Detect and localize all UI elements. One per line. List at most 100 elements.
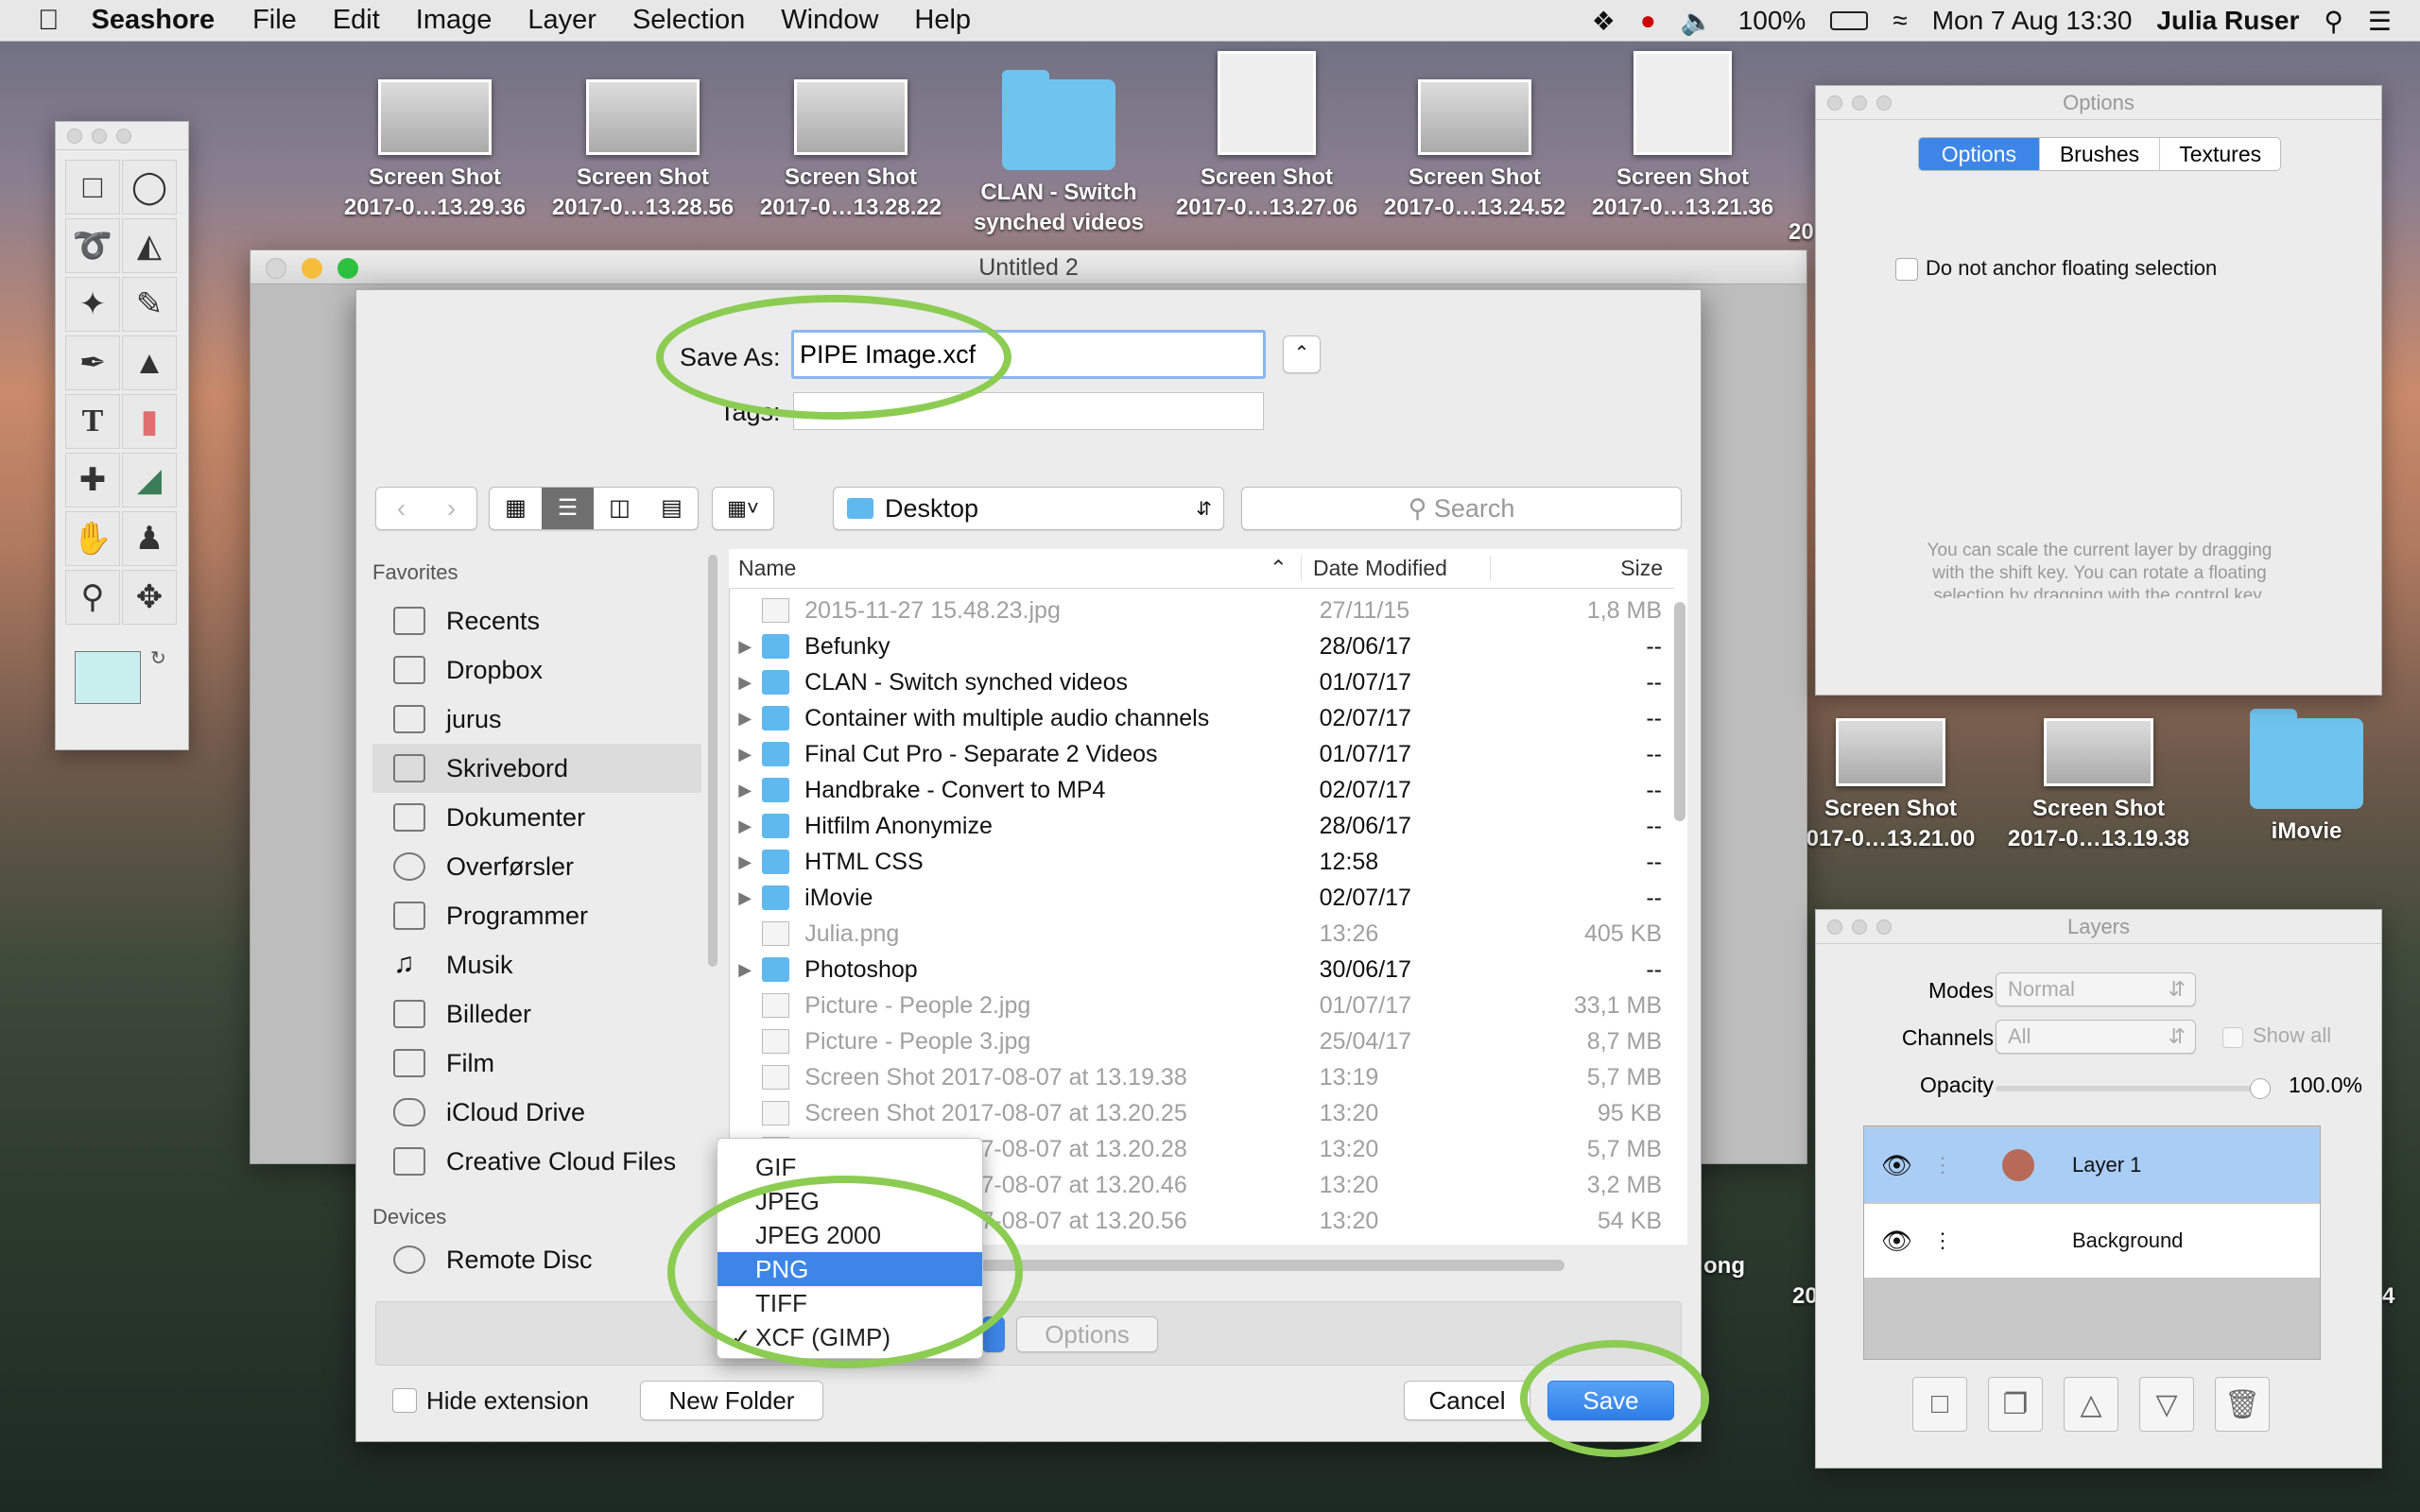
anchor-floating-checkbox[interactable] xyxy=(1895,258,1918,281)
file-row[interactable]: ▶ Photoshop 30/06/17 -- xyxy=(728,952,1673,988)
eye-icon[interactable]: 👁 xyxy=(1881,1227,1919,1256)
sidebar-item-recents[interactable]: Recents xyxy=(372,596,701,645)
notification-center-icon[interactable]: ☰ xyxy=(2368,6,2392,37)
menu-file[interactable]: File xyxy=(252,5,297,36)
bucket-icon[interactable]: ▲ xyxy=(122,335,177,390)
modes-select[interactable]: Normal ⇵ xyxy=(1996,972,2196,1006)
sidebar-item-dokumenter[interactable]: Dokumenter xyxy=(372,793,701,842)
ellipse-select-icon[interactable]: ◯ xyxy=(122,160,177,215)
search-field[interactable]: ⚲ Search xyxy=(1241,487,1682,530)
format-option-jpeg2000[interactable]: JPEG 2000 xyxy=(717,1218,982,1252)
rect-select-icon[interactable]: □ xyxy=(65,160,120,215)
close-icon[interactable] xyxy=(67,129,82,144)
lower-layer-icon[interactable]: ▽ xyxy=(2139,1377,2194,1432)
file-row[interactable]: ▶ HTML CSS 12:58 -- xyxy=(728,844,1673,880)
zoom-tool-icon[interactable]: ⚲ xyxy=(65,570,120,625)
column-header-date[interactable]: Date Modified xyxy=(1302,556,1491,581)
disclosure-triangle-icon[interactable]: ▶ xyxy=(728,709,762,729)
format-option-xcf[interactable]: ✓ XCF (GIMP) xyxy=(717,1320,982,1354)
file-row[interactable]: 2015-11-27 15.48.23.jpg 27/11/15 1,8 MB xyxy=(728,593,1673,628)
sidebar-scrollbar[interactable] xyxy=(708,555,717,967)
file-row[interactable]: Picture - People 2.jpg 01/07/17 33,1 MB xyxy=(728,988,1673,1023)
file-row[interactable]: Screen Shot 2017-08-07 at 13.19.38 13:19 5… xyxy=(728,1059,1673,1095)
app-menu[interactable]: Seashore xyxy=(92,5,216,36)
opacity-slider[interactable] xyxy=(1996,1078,2271,1099)
trash-icon[interactable]: 🗑 xyxy=(2215,1377,2270,1432)
volume-icon[interactable]: 🔈 xyxy=(1681,6,1714,37)
battery-icon[interactable] xyxy=(1830,11,1869,30)
smudge-icon[interactable]: ✋ xyxy=(65,511,120,566)
magic-wand-icon[interactable]: ✦ xyxy=(65,277,120,332)
move-tool-icon[interactable]: ✥ xyxy=(122,570,177,625)
disclosure-triangle-icon[interactable]: ▶ xyxy=(728,960,762,980)
file-row[interactable]: ▶ Container with multiple audio channels 0… xyxy=(728,700,1673,736)
disclosure-triangle-icon[interactable]: ▶ xyxy=(728,673,762,693)
close-icon[interactable] xyxy=(1827,919,1842,935)
hide-extension-checkbox[interactable] xyxy=(392,1388,417,1413)
duplicate-layer-icon[interactable]: ❐ xyxy=(1988,1377,2043,1432)
sidebar-item-film[interactable]: Film xyxy=(372,1039,701,1088)
zoom-button[interactable] xyxy=(337,258,358,279)
menu-help[interactable]: Help xyxy=(914,5,971,36)
disclosure-triangle-icon[interactable]: ▶ xyxy=(728,637,762,657)
desktop-icon-folder-imovie[interactable]: iMovie xyxy=(2203,709,2411,847)
file-row[interactable]: ▶ CLAN - Switch synched videos 01/07/17 -- xyxy=(728,664,1673,700)
battery-percent[interactable]: 100% xyxy=(1738,6,1806,36)
desktop-icon-screenshot-r2[interactable]: Screen Shot 2017-0…13.19.38 xyxy=(1995,718,2203,854)
coverflow-view-icon[interactable]: ▤ xyxy=(646,488,698,529)
menu-selection[interactable]: Selection xyxy=(632,5,745,36)
location-popup[interactable]: Desktop ⇵ xyxy=(833,487,1224,530)
format-option-tiff[interactable]: TIFF xyxy=(717,1286,982,1320)
tab-options[interactable]: Options xyxy=(1919,138,2039,170)
creative-cloud-icon[interactable]: ● xyxy=(1640,6,1656,36)
pencil-icon[interactable]: ✎ xyxy=(122,277,177,332)
zoom-icon[interactable] xyxy=(116,129,131,144)
zoom-icon[interactable] xyxy=(1876,95,1892,111)
desktop-icon-screenshot-r1[interactable]: Screen Shot 017-0…13.21.00 xyxy=(1787,718,1995,854)
file-list-hscroll[interactable] xyxy=(980,1260,1564,1271)
link-icon[interactable]: ⋮ xyxy=(1932,1228,1961,1253)
desktop-icon-screenshot-1[interactable]: Screen Shot 2017-0…13.29.36 xyxy=(331,79,539,223)
gradient-icon[interactable]: ◢ xyxy=(122,453,177,507)
foreground-color-swatch[interactable] xyxy=(75,651,141,704)
arrange-menu-icon[interactable]: ▦˅ xyxy=(712,487,774,530)
file-row[interactable]: Screen Shot 2017-08-07 at 13.20.25 13:20 9… xyxy=(728,1095,1673,1131)
cancel-button[interactable]: Cancel xyxy=(1404,1381,1530,1420)
forward-chevron-icon[interactable]: › xyxy=(447,493,456,524)
sidebar-item-jurus[interactable]: jurus xyxy=(372,695,701,744)
filename-input[interactable]: PIPE Image.xcf xyxy=(791,330,1266,379)
sidebar-item-dropbox[interactable]: Dropbox xyxy=(372,645,701,695)
options-button[interactable]: Options xyxy=(1016,1316,1158,1352)
minimize-button[interactable] xyxy=(302,258,322,279)
desktop-icon-screenshot-5[interactable]: Screen Shot 2017-0…13.27.06 xyxy=(1163,51,1371,223)
save-button[interactable]: Save xyxy=(1547,1381,1674,1420)
desktop-icon-screenshot-3[interactable]: Screen Shot 2017-0…13.28.22 xyxy=(747,79,955,223)
layer-row-background[interactable]: 👁 ⋮ Background xyxy=(1864,1204,2320,1278)
desktop-icon-folder-clan[interactable]: CLAN - Switch synched videos xyxy=(955,70,1163,238)
zoom-icon[interactable] xyxy=(1876,919,1892,935)
list-view-icon[interactable]: ☰ xyxy=(542,488,594,529)
file-list-vscroll[interactable] xyxy=(1674,602,1685,821)
menu-edit[interactable]: Edit xyxy=(333,5,380,36)
tags-input[interactable] xyxy=(793,392,1264,430)
eyedropper-icon[interactable]: ✚ xyxy=(65,453,120,507)
desktop-icon-screenshot-2[interactable]: Screen Shot 2017-0…13.28.56 xyxy=(539,79,747,223)
raise-layer-icon[interactable]: △ xyxy=(2064,1377,2118,1432)
disclosure-triangle-icon[interactable]: ▶ xyxy=(728,781,762,800)
file-row[interactable]: ▶ iMovie 02/07/17 -- xyxy=(728,880,1673,916)
spotlight-search-icon[interactable]: ⚲ xyxy=(2324,6,2343,37)
swap-colors-icon[interactable]: ↻ xyxy=(150,646,166,670)
disclosure-triangle-icon[interactable]: ▶ xyxy=(728,852,762,872)
expand-chevron-up-icon[interactable]: ⌃ xyxy=(1283,335,1321,373)
sidebar-item-overforsler[interactable]: Overførsler xyxy=(372,842,701,891)
menu-window[interactable]: Window xyxy=(781,5,878,36)
column-view-icon[interactable]: ◫ xyxy=(594,488,646,529)
column-header-name[interactable]: Name ⌃ xyxy=(729,556,1302,581)
polygon-lasso-icon[interactable]: ◭ xyxy=(122,218,177,273)
layer-row-layer1[interactable]: 👁 ⋮ Layer 1 xyxy=(1864,1128,2320,1202)
disclosure-triangle-icon[interactable]: ▶ xyxy=(728,888,762,908)
close-icon[interactable] xyxy=(1827,95,1842,111)
new-layer-icon[interactable]: □ xyxy=(1912,1377,1967,1432)
minimize-icon[interactable] xyxy=(1852,919,1867,935)
wifi-icon[interactable]: ≈ xyxy=(1893,6,1907,36)
